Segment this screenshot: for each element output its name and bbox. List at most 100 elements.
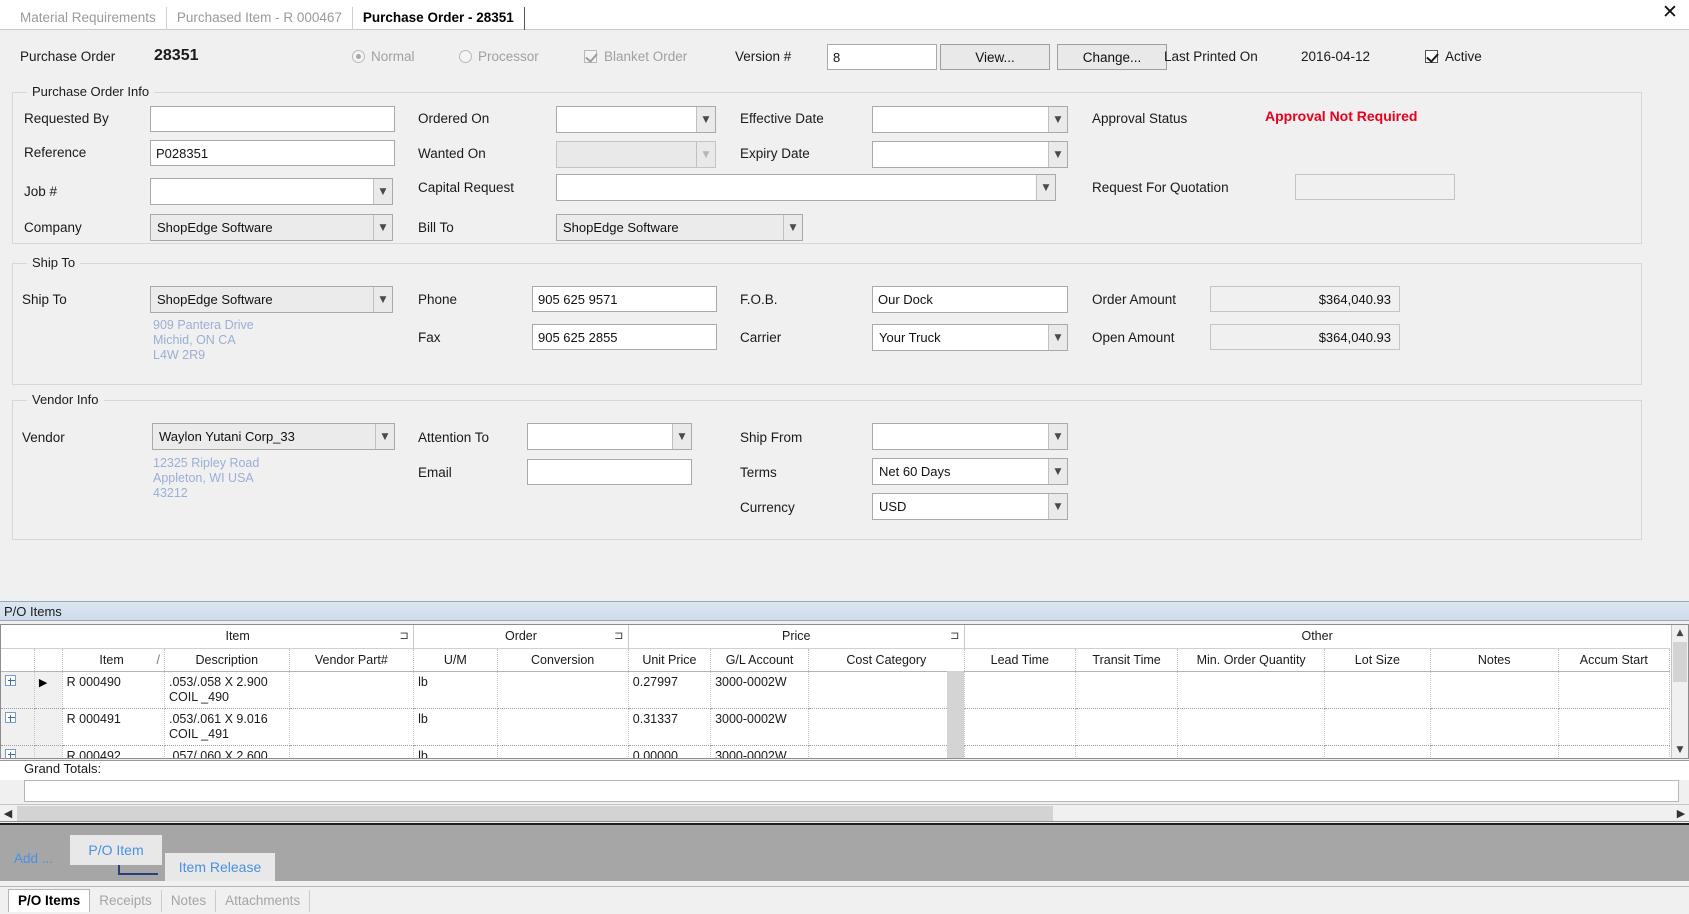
column-lot-size[interactable]: Lot Size: [1324, 648, 1431, 672]
column-gl-account[interactable]: G/L Account: [710, 648, 809, 672]
group-header-other[interactable]: Other: [964, 625, 1670, 649]
scroll-left-icon[interactable]: ◀: [0, 805, 16, 822]
cell-um[interactable]: lb: [413, 708, 498, 746]
phone-input[interactable]: 905 625 9571: [532, 286, 717, 312]
version-input[interactable]: 8: [827, 44, 937, 70]
cell-um[interactable]: lb: [413, 671, 498, 709]
row-expander[interactable]: [1, 708, 35, 746]
change-button[interactable]: Change...: [1057, 44, 1167, 70]
column-lead-time[interactable]: Lead Time: [964, 648, 1076, 672]
cell-conversion[interactable]: [497, 708, 629, 746]
cell-description[interactable]: .053/.058 X 2.900 COIL _490: [164, 671, 290, 709]
cell-transit-time[interactable]: [1075, 745, 1179, 758]
document-tab-1[interactable]: Purchased Item - R 000467: [167, 7, 353, 30]
fax-input[interactable]: 905 625 2855: [532, 324, 717, 350]
radio-normal[interactable]: Normal: [352, 49, 415, 64]
carrier-select[interactable]: Your Truck ▼: [872, 324, 1068, 351]
column-unit-price[interactable]: Unit Price: [628, 648, 712, 672]
bill-to-select[interactable]: ShopEdge Software ▼: [556, 214, 803, 241]
pin-icon[interactable]: ⊐: [399, 630, 409, 641]
add-po-item-button[interactable]: P/O Item: [70, 835, 162, 865]
cell-item[interactable]: R 000491: [62, 708, 165, 746]
group-header-price[interactable]: Price ⊐: [628, 625, 965, 649]
cell-transit-time[interactable]: [1075, 671, 1179, 709]
cell-notes[interactable]: [1430, 671, 1559, 709]
close-icon[interactable]: ✕: [1659, 2, 1681, 24]
column-item[interactable]: Item /: [62, 648, 165, 672]
view-button[interactable]: View...: [940, 44, 1050, 70]
scroll-down-icon[interactable]: ▼: [1672, 742, 1688, 758]
column-accum-start[interactable]: Accum Start: [1558, 648, 1671, 672]
email-field[interactable]: [527, 459, 692, 485]
attention-to-select[interactable]: ▼: [527, 423, 692, 450]
column-transit-time[interactable]: Transit Time: [1075, 648, 1179, 672]
rfq-input[interactable]: [1295, 174, 1455, 200]
column-min-order-quantity[interactable]: Min. Order Quantity: [1177, 648, 1326, 672]
cell-vendor-part[interactable]: [289, 708, 415, 746]
scroll-up-icon[interactable]: ▲: [1672, 625, 1688, 641]
job-select[interactable]: ▼: [150, 178, 393, 205]
pin-icon[interactable]: ⊐: [950, 630, 960, 641]
ship-to-select[interactable]: ShopEdge Software ▼: [150, 286, 393, 313]
radio-processor[interactable]: Processor: [459, 49, 539, 64]
cell-min-order-quantity[interactable]: [1177, 708, 1326, 746]
effective-date-select[interactable]: ▼: [872, 106, 1068, 133]
terms-select[interactable]: Net 60 Days ▼: [872, 458, 1068, 485]
expand-plus-icon[interactable]: [5, 674, 16, 686]
expand-plus-icon[interactable]: [5, 748, 16, 758]
wanted-on-date-select[interactable]: ▼: [556, 141, 716, 168]
vendor-select[interactable]: Waylon Yutani Corp_33 ▼: [152, 423, 395, 450]
ship-from-select[interactable]: ▼: [872, 423, 1068, 450]
cell-conversion[interactable]: [497, 671, 629, 709]
cell-cost-category[interactable]: [808, 670, 965, 710]
cell-min-order-quantity[interactable]: [1177, 671, 1326, 709]
table-row[interactable]: R 000492.057/.060 X 2.600 lb 0.00000 3000-0…: [1, 744, 1671, 758]
cell-gl-account[interactable]: 3000-0002W: [710, 671, 809, 709]
cell-lot-size[interactable]: [1324, 671, 1431, 709]
requested-by-input[interactable]: [150, 106, 395, 132]
table-row[interactable]: ▶ R 000490.053/.058 X 2.900 COIL _490 lb 0.…: [1, 670, 1671, 710]
cell-item[interactable]: R 000492: [62, 745, 165, 758]
cell-vendor-part[interactable]: [289, 745, 415, 758]
document-tab-2[interactable]: Purchase Order - 28351: [353, 7, 525, 30]
cell-item[interactable]: R 000490: [62, 671, 165, 709]
cell-lead-time[interactable]: [964, 745, 1076, 758]
grid-horizontal-scrollbar[interactable]: ◀ ▶: [0, 804, 1689, 822]
ordered-on-date-select[interactable]: ▼: [556, 106, 716, 133]
row-selector[interactable]: [34, 745, 63, 758]
row-selector[interactable]: ▶: [34, 671, 63, 709]
hscrollbar-thumb[interactable]: [17, 806, 1053, 821]
checkbox-active[interactable]: Active: [1425, 49, 1482, 64]
cell-lead-time[interactable]: [964, 671, 1076, 709]
cell-lot-size[interactable]: [1324, 745, 1431, 758]
column-vendor-part[interactable]: Vendor Part#: [289, 648, 415, 672]
document-tab-0[interactable]: Material Requirements: [10, 7, 167, 30]
cell-lot-size[interactable]: [1324, 708, 1431, 746]
checkbox-blanket-order[interactable]: Blanket Order: [584, 49, 687, 64]
table-row[interactable]: R 000491.053/.061 X 9.016 COIL _491 lb 0.3…: [1, 707, 1671, 747]
cell-description[interactable]: .053/.061 X 9.016 COIL _491: [164, 708, 290, 746]
cell-vendor-part[interactable]: [289, 671, 415, 709]
cell-gl-account[interactable]: 3000-0002W: [710, 745, 809, 758]
cell-accum-start[interactable]: [1558, 745, 1671, 758]
row-expander[interactable]: [1, 671, 35, 709]
cell-lead-time[interactable]: [964, 708, 1076, 746]
column-description[interactable]: Description: [164, 648, 290, 672]
pin-icon[interactable]: ⊐: [614, 630, 624, 641]
column-um[interactable]: U/M: [413, 648, 498, 672]
cell-cost-category[interactable]: [808, 707, 965, 747]
capital-request-select[interactable]: ▼: [556, 174, 1056, 201]
cell-unit-price[interactable]: 0.00000: [628, 745, 712, 758]
reference-input[interactable]: P028351: [150, 140, 395, 166]
column-cost-category[interactable]: Cost Category: [808, 648, 965, 672]
grid-vertical-scrollbar[interactable]: ▲ ▼: [1671, 625, 1688, 758]
cell-accum-start[interactable]: [1558, 708, 1671, 746]
cell-min-order-quantity[interactable]: [1177, 745, 1326, 758]
expand-plus-icon[interactable]: [5, 711, 16, 723]
cell-accum-start[interactable]: [1558, 671, 1671, 709]
company-select[interactable]: ShopEdge Software ▼: [150, 214, 393, 241]
cell-unit-price[interactable]: 0.27997: [628, 671, 712, 709]
cell-gl-account[interactable]: 3000-0002W: [710, 708, 809, 746]
cell-unit-price[interactable]: 0.31337: [628, 708, 712, 746]
currency-select[interactable]: USD ▼: [872, 493, 1068, 520]
